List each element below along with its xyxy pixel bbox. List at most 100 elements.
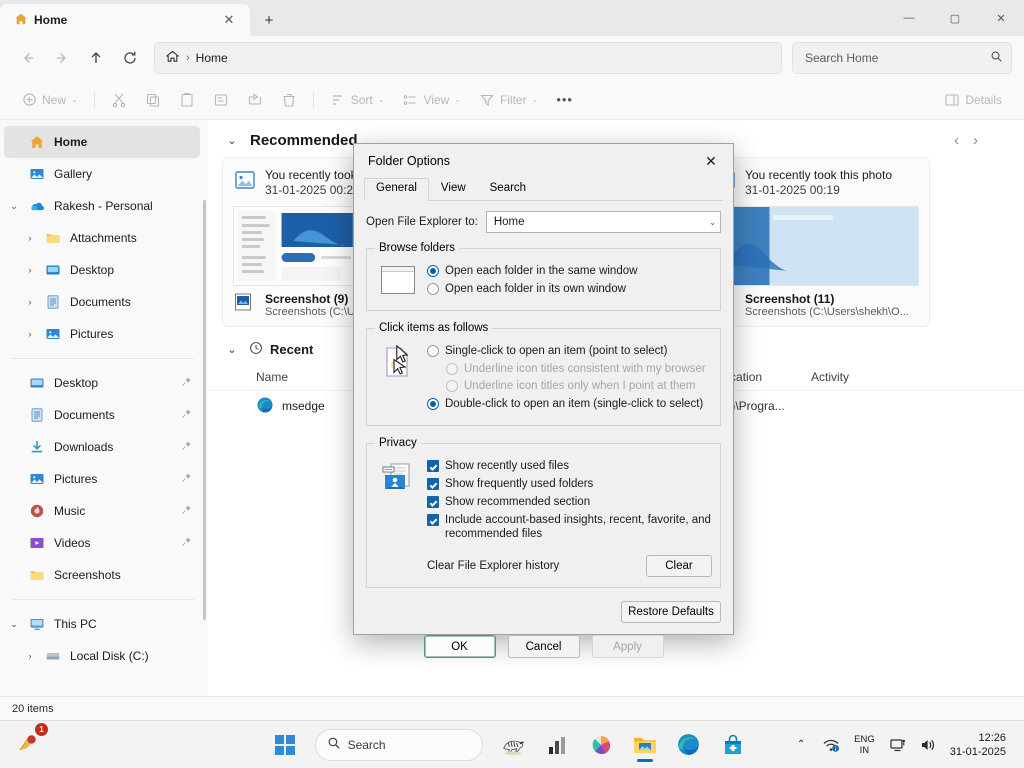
pin-icon[interactable]: [181, 472, 192, 486]
paste-button[interactable]: [171, 85, 203, 115]
chevron-right-icon[interactable]: ›: [20, 222, 40, 254]
store-icon[interactable]: [713, 725, 753, 765]
view-button[interactable]: View ⌄: [394, 85, 469, 115]
sidebar-item-onedrive[interactable]: ⌄ Rakesh - Personal: [4, 190, 200, 222]
sidebar-scrollbar[interactable]: [203, 200, 206, 620]
maximize-icon[interactable]: ▢: [932, 0, 978, 36]
refresh-icon[interactable]: [114, 42, 146, 74]
delete-button[interactable]: [273, 85, 305, 115]
chevron-right-icon[interactable]: ›: [20, 254, 40, 286]
file-explorer-icon[interactable]: [625, 725, 665, 765]
more-options-button[interactable]: •••: [548, 85, 581, 115]
restore-defaults-button[interactable]: Restore Defaults: [621, 601, 721, 623]
language-indicator[interactable]: ENG IN: [847, 734, 882, 756]
network-icon[interactable]: [817, 727, 845, 763]
sidebar-item-documents-cloud[interactable]: › Documents: [4, 286, 200, 318]
pin-icon[interactable]: [181, 376, 192, 390]
chevron-right-icon[interactable]: ›: [20, 640, 40, 672]
forward-arrow-icon[interactable]: [46, 42, 78, 74]
recommended-card[interactable]: You recently took this photo 31-01-2025 …: [702, 157, 930, 327]
folder-icon: [42, 227, 64, 249]
open-to-select[interactable]: Home ⌄: [486, 211, 721, 233]
close-window-icon[interactable]: ✕: [978, 0, 1024, 36]
dialog-title: Folder Options: [368, 154, 689, 168]
copy-button[interactable]: [137, 85, 169, 115]
tray-overflow-icon[interactable]: ⌃: [787, 727, 815, 763]
sidebar-item-local-disk[interactable]: › Local Disk (C:): [4, 640, 200, 672]
active-indicator: [637, 759, 653, 762]
share-button[interactable]: [239, 85, 271, 115]
rename-button[interactable]: [205, 85, 237, 115]
clock[interactable]: 12:26 31-01-2025: [944, 731, 1014, 759]
address-bar[interactable]: › Home: [154, 42, 782, 74]
start-button[interactable]: [265, 725, 305, 765]
display-icon[interactable]: [884, 727, 912, 763]
up-arrow-icon[interactable]: [80, 42, 112, 74]
minimize-icon[interactable]: —: [886, 0, 932, 36]
sidebar-item-documents[interactable]: Documents: [4, 399, 200, 431]
filter-button[interactable]: Filter ⌄: [471, 85, 546, 115]
tab-home[interactable]: Home ✕: [0, 4, 250, 36]
cancel-button[interactable]: Cancel: [508, 635, 580, 658]
zebra-app-icon[interactable]: [493, 725, 533, 765]
navigation-pane[interactable]: Home Gallery ⌄ Rakesh - Personal: [0, 120, 208, 696]
pin-icon[interactable]: [181, 408, 192, 422]
checkbox-show-frequent-folders[interactable]: Show frequently used folders: [427, 477, 712, 491]
radio-double-click[interactable]: Double-click to open an item (single-cli…: [427, 397, 712, 411]
close-icon[interactable]: ✕: [689, 146, 733, 176]
checkbox-account-insights[interactable]: Include account-based insights, recent, …: [427, 513, 712, 541]
pin-icon[interactable]: [181, 504, 192, 518]
search-icon[interactable]: [990, 50, 1003, 66]
breadcrumb-home[interactable]: Home: [196, 51, 228, 65]
sidebar-item-desktop-cloud[interactable]: › Desktop: [4, 254, 200, 286]
notification-bell-icon[interactable]: 1: [6, 725, 46, 765]
sidebar-item-downloads[interactable]: Downloads: [4, 431, 200, 463]
volume-icon[interactable]: [914, 727, 942, 763]
sidebar-item-screenshots[interactable]: Screenshots: [4, 559, 200, 591]
sort-button[interactable]: Sort ⌄: [322, 85, 393, 115]
sidebar-item-pictures[interactable]: Pictures: [4, 463, 200, 495]
sidebar-item-label: Documents: [54, 408, 115, 422]
column-header-activity[interactable]: Activity: [811, 370, 931, 384]
details-pane-button[interactable]: Details: [936, 85, 1010, 115]
pin-icon[interactable]: [181, 440, 192, 454]
radio-single-click[interactable]: Single-click to open an item (point to s…: [427, 344, 712, 358]
checkbox-show-recent-files[interactable]: Show recently used files: [427, 459, 712, 473]
new-button[interactable]: New ⌄: [14, 85, 86, 115]
sidebar-item-attachments[interactable]: › Attachments: [4, 222, 200, 254]
radio-open-own-window[interactable]: Open each folder in its own window: [427, 282, 712, 296]
edge-browser-icon[interactable]: [669, 725, 709, 765]
search-input[interactable]: Search Home: [792, 42, 1012, 74]
tab-view[interactable]: View: [429, 178, 478, 201]
photos-app-icon[interactable]: [581, 725, 621, 765]
sidebar-item-this-pc[interactable]: ⌄ This PC: [4, 608, 200, 640]
pin-icon[interactable]: [181, 536, 192, 550]
apply-button[interactable]: Apply: [592, 635, 664, 658]
carousel-next-icon[interactable]: ›: [973, 132, 978, 149]
carousel-prev-icon[interactable]: ‹: [954, 132, 959, 149]
chevron-down-icon[interactable]: ⌄: [222, 343, 242, 356]
checkbox-show-recommended[interactable]: Show recommended section: [427, 495, 712, 509]
new-tab-button[interactable]: +: [256, 8, 282, 32]
cut-button[interactable]: [103, 85, 135, 115]
chevron-down-icon[interactable]: ⌄: [4, 190, 24, 222]
close-icon[interactable]: ✕: [216, 8, 242, 32]
back-arrow-icon[interactable]: [12, 42, 44, 74]
sidebar-item-music[interactable]: Music: [4, 495, 200, 527]
chevron-right-icon[interactable]: ›: [20, 318, 40, 350]
tab-general[interactable]: General: [364, 178, 429, 201]
clear-button[interactable]: Clear: [646, 555, 712, 577]
ok-button[interactable]: OK: [424, 635, 496, 658]
tab-search[interactable]: Search: [478, 178, 538, 201]
chevron-down-icon[interactable]: ⌄: [4, 608, 24, 640]
chevron-right-icon[interactable]: ›: [20, 286, 40, 318]
sidebar-item-home[interactable]: Home: [4, 126, 200, 158]
radio-open-same-window[interactable]: Open each folder in the same window: [427, 264, 712, 278]
sidebar-item-videos[interactable]: Videos: [4, 527, 200, 559]
sidebar-item-pictures-cloud[interactable]: › Pictures: [4, 318, 200, 350]
charts-app-icon[interactable]: [537, 725, 577, 765]
sidebar-item-desktop[interactable]: Desktop: [4, 367, 200, 399]
chevron-down-icon[interactable]: ⌄: [222, 134, 242, 147]
taskbar-search-box[interactable]: Search: [315, 729, 483, 761]
sidebar-item-gallery[interactable]: Gallery: [4, 158, 200, 190]
